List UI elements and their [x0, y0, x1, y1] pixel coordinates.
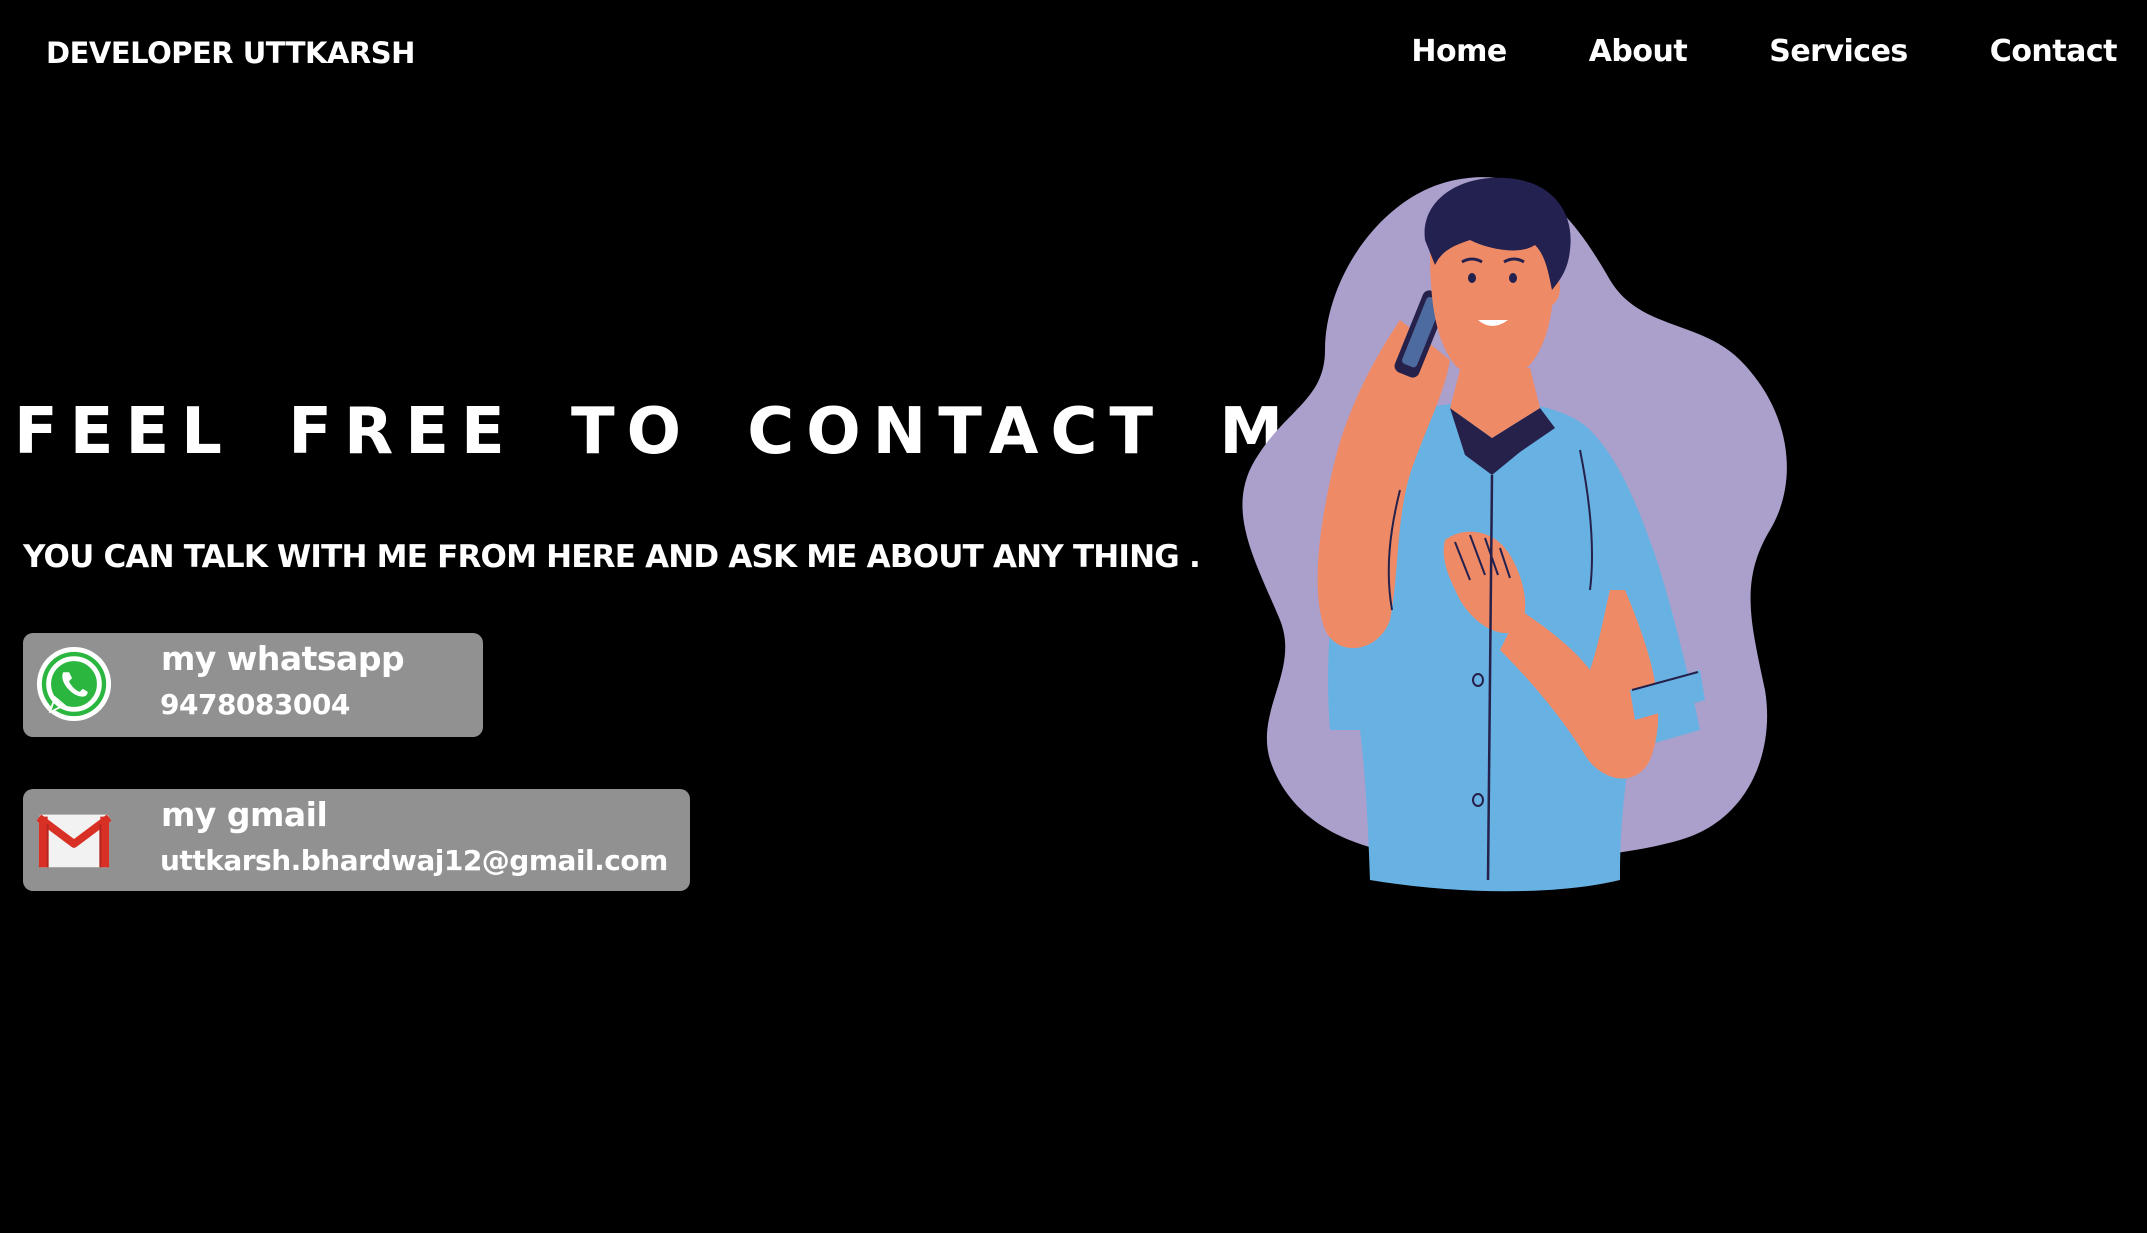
contact-page: DEVELOPER UTTKARSH Home About Services C… [0, 0, 2147, 1233]
whatsapp-icon [36, 646, 112, 722]
whatsapp-number[interactable]: 9478083004 [160, 688, 350, 721]
nav-home-link[interactable]: Home [1411, 34, 1507, 69]
gmail-title: my gmail [161, 795, 328, 834]
man-on-phone-illustration [1242, 177, 1787, 892]
whatsapp-contact-card[interactable]: my whatsapp 9478083004 [23, 633, 483, 737]
nav-contact-link[interactable]: Contact [1990, 34, 2118, 69]
whatsapp-title: my whatsapp [161, 639, 405, 678]
page-title: FEEL FREE TO CONTACT ME [14, 395, 1351, 469]
gmail-icon [36, 814, 112, 868]
nav-services-link[interactable]: Services [1769, 34, 1908, 69]
page-subtitle: YOU CAN TALK WITH ME FROM HERE AND ASK M… [23, 539, 1201, 575]
brand-logo[interactable]: DEVELOPER UTTKARSH [46, 36, 415, 70]
main-nav: Home About Services Contact [1329, 34, 2117, 69]
gmail-address[interactable]: uttkarsh.bhardwaj12@gmail.com [160, 844, 668, 877]
gmail-contact-card[interactable]: my gmail uttkarsh.bhardwaj12@gmail.com [23, 789, 690, 891]
nav-about-link[interactable]: About [1589, 34, 1688, 69]
